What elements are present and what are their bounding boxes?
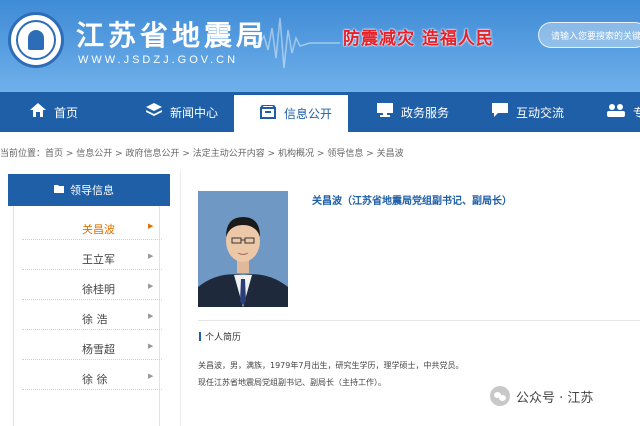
layers-icon xyxy=(146,103,162,121)
nav-item-home[interactable]: 首页 xyxy=(30,92,78,132)
seismological-bureau-logo[interactable] xyxy=(8,12,64,68)
folder-icon xyxy=(54,184,64,196)
sidebar-heading: 领导信息 xyxy=(8,174,170,206)
sidebar-item-label: 徐 徐 xyxy=(82,373,108,386)
caret-right-icon: ▶ xyxy=(148,342,154,350)
caret-right-icon: ▶ xyxy=(148,372,154,380)
sidebar-item-leader-5[interactable]: 杨雪超 ▶ xyxy=(22,338,162,360)
nav-label: 信息公开 xyxy=(284,107,333,121)
sidebar-item-label: 关昌波 xyxy=(82,223,115,236)
sidebar-item-leader-3[interactable]: 徐桂明 ▶ xyxy=(22,278,162,300)
nav-label: 首页 xyxy=(54,105,79,120)
section-heading: 个人简历 xyxy=(199,330,241,343)
sidebar-item-label: 王立军 xyxy=(82,253,115,266)
site-header: 江苏省地震局 WWW.JSDZJ.GOV.CN 防震减灾 造福人民 请输入您要搜… xyxy=(0,0,640,92)
nav-item-interaction[interactable]: 互动交流 xyxy=(492,92,564,132)
site-title[interactable]: 江苏省地震局 xyxy=(76,14,268,54)
sidebar-item-leader-2[interactable]: 王立军 ▶ xyxy=(22,248,162,270)
leader-portrait xyxy=(198,191,288,307)
leader-name-title: 关昌波（江苏省地震局党组副书记、副局长） xyxy=(312,196,512,207)
site-url: WWW.JSDZJ.GOV.CN xyxy=(78,54,239,66)
wechat-icon xyxy=(490,386,510,406)
sidebar-item-label: 徐 浩 xyxy=(82,313,108,326)
nav-label: 政务服务 xyxy=(401,105,450,120)
caret-right-icon: ▶ xyxy=(148,282,154,290)
watermark-text: 公众号 · 江苏 xyxy=(516,390,594,406)
bio-line: 现任江苏省地震局党组副书记、副局长（主持工作）。 xyxy=(198,378,386,387)
nav-label: 互动交流 xyxy=(516,105,565,120)
section-divider xyxy=(198,320,640,321)
sidebar-item-leader-4[interactable]: 徐 浩 ▶ xyxy=(22,308,162,330)
sidebar-panel: 关昌波 ▶ 王立军 ▶ 徐桂明 ▶ 徐 浩 ▶ 杨雪超 ▶ 徐 徐 ▶ xyxy=(13,206,162,426)
nav-item-special[interactable]: 专 xyxy=(607,92,640,132)
nav-label: 新闻中心 xyxy=(170,105,219,120)
nav-item-info-disclosure[interactable]: 信息公开 xyxy=(234,92,348,132)
breadcrumb[interactable]: 当前位置：首页 > 信息公开 > 政府信息公开 > 法定主动公开内容 > 机构概… xyxy=(0,146,404,159)
caret-right-icon: ▶ xyxy=(148,222,154,230)
sidebar-item-leader-6[interactable]: 徐 徐 ▶ xyxy=(22,368,162,390)
people-icon xyxy=(607,103,625,121)
search-input[interactable]: 请输入您要搜索的关键字 xyxy=(538,22,640,48)
wechat-watermark: 公众号 · 江苏 xyxy=(490,386,593,406)
slogan: 防震减灾 造福人民 xyxy=(343,29,494,49)
section-marker xyxy=(199,332,201,341)
caret-right-icon: ▶ xyxy=(148,312,154,320)
nav-item-news[interactable]: 新闻中心 xyxy=(146,92,218,132)
main-nav: 首页 新闻中心 信息公开 政务服务 互动交流 专 xyxy=(0,92,640,132)
caret-right-icon: ▶ xyxy=(148,252,154,260)
section-heading-label: 个人简历 xyxy=(205,333,242,343)
inbox-icon xyxy=(260,103,276,123)
home-icon xyxy=(30,103,46,121)
sidebar-item-label: 徐桂明 xyxy=(82,283,115,296)
sidebar-item-leader-1[interactable]: 关昌波 ▶ xyxy=(22,218,162,240)
sidebar-item-label: 杨雪超 xyxy=(82,343,115,356)
bio-line: 关昌波，男，满族，1979年7月出生，研究生学历，理学硕士，中共党员。 xyxy=(198,361,464,370)
nav-label: 专 xyxy=(633,105,640,120)
nav-item-gov-services[interactable]: 政务服务 xyxy=(377,92,449,132)
chat-icon xyxy=(492,103,508,121)
monitor-icon xyxy=(377,103,393,121)
sidebar-heading-label: 领导信息 xyxy=(70,184,114,197)
sidebar: 领导信息 关昌波 ▶ 王立军 ▶ 徐桂明 ▶ 徐 浩 ▶ 杨雪超 ▶ 徐 徐 ▶ xyxy=(8,170,172,426)
